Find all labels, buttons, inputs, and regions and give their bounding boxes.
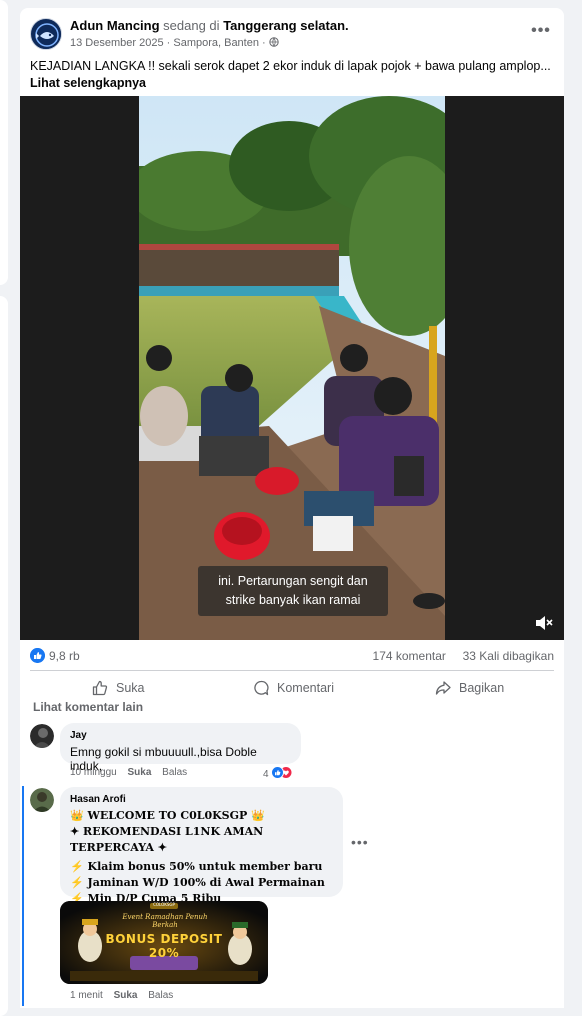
comment-count[interactable]: 174 komentar [373,649,446,663]
like-reaction-icon[interactable] [30,648,45,663]
comment-reaction-count: 4 [263,769,269,780]
post-caption: KEJADIAN LANGKA !! sekali serok dapet 2 … [30,58,554,92]
share-button[interactable]: Bagikan [435,671,504,705]
mute-icon[interactable] [534,614,554,632]
post-meta: 13 Desember 2025 · Sampora, Banten · [70,37,279,49]
video-player[interactable]: ini. Pertarungan sengit dan strike banya… [20,96,564,640]
see-more-comments-link[interactable]: Lihat komentar lain [33,700,143,714]
engagement-stats: 9,8 rb 174 komentar 33 Kali dibagikan [30,648,554,668]
left-card-edge [0,296,8,1016]
promo-badge: COLOKSGP [153,902,175,907]
see-more-link[interactable]: Lihat selengkapnya [30,76,146,90]
comment-bubble: Hasan Arofi 👑 WELCOME TO C0L0KSGP 👑 ✦ RE… [60,787,343,905]
comment-share-counts: 174 komentar 33 Kali dibagikan [373,649,554,663]
thumbs-up-icon [92,680,108,696]
caption-text: KEJADIAN LANGKA !! sekali serok dapet 2 … [30,59,551,73]
comment-like-button[interactable]: Suka [127,767,151,778]
video-subtitle: ini. Pertarungan sengit dan strike banya… [198,566,388,616]
promo-title: BONUS DEPOSIT 20% [105,932,223,960]
avatar-photo [30,724,54,748]
comment-reply-button[interactable]: Balas [148,990,173,1001]
comment-time[interactable]: 10 minggu [70,767,117,778]
commenter-name[interactable]: Hasan Arofi [70,794,333,805]
commenter-avatar[interactable] [30,724,54,748]
post-card: Adun Mancing sedang di Tanggerang selata… [20,8,564,1008]
comment-label: Komentari [277,681,334,695]
promo-image[interactable]: Event Ramadhan Penuh Berkah BONUS DEPOSI… [60,901,268,984]
comment-line: ⚡ Jaminan W/D 100% di Awal Permainan [70,876,325,889]
commenter-name[interactable]: Jay [70,730,291,741]
left-card-edge [0,0,8,285]
comment-time[interactable]: 1 menit [70,990,103,1001]
comment-meta: 1 menit Suka Balas [70,990,173,1001]
commenter-avatar[interactable] [30,788,54,812]
avatar-photo [30,788,54,812]
comment-highlight-line [22,786,24,1006]
author-avatar[interactable] [30,18,62,50]
globe-icon [269,37,279,47]
comment-line: 👑 WELCOME TO C0L0KSGP 👑 [70,809,265,822]
place-link[interactable]: Tanggerang selatan. [223,18,348,33]
more-options-button[interactable]: ••• [530,23,552,44]
fishing-pond-scene [139,96,445,640]
comment-reactions[interactable]: 4 [263,766,293,780]
fishing-logo-icon [32,20,61,49]
comment-line: ✦ REKOMENDASI L1NK AMAN TERPERCAYA ✦ [70,825,264,854]
reaction-count[interactable]: 9,8 rb [49,649,80,663]
status-text: sedang di [163,18,220,33]
promo-event-text: Event Ramadhan Penuh Berkah [122,913,208,929]
subtitle-line: ini. Pertarungan sengit dan [218,574,368,588]
subtitle-line: strike banyak ikan ramai [225,593,361,607]
share-arrow-icon [435,681,451,695]
comment-bubble: Jay Emng gokil si mbuuuull.,bisa Doble i… [60,723,301,773]
like-love-reaction-icon [271,766,293,779]
share-label: Bagikan [459,681,505,695]
comment-reply-button[interactable]: Balas [162,767,187,778]
comment-line: ⚡ Klaim bonus 50% untuk member baru [70,860,323,873]
like-label: Suka [116,681,145,695]
author-line: Adun Mancing sedang di Tanggerang selata… [70,18,349,33]
video-frame[interactable] [139,96,445,640]
share-count[interactable]: 33 Kali dibagikan [463,649,554,663]
post-location[interactable]: Sampora, Banten [173,37,259,49]
comment-like-button[interactable]: Suka [114,990,138,1001]
post-header: Adun Mancing sedang di Tanggerang selata… [30,18,554,58]
comment-bubble-icon [254,680,269,696]
comment-options-button[interactable]: ••• [351,834,369,850]
action-bar: Suka Komentari Bagikan [30,670,554,704]
post-date[interactable]: 13 Desember 2025 [70,37,164,49]
comment-button[interactable]: Komentari [253,671,334,705]
author-name[interactable]: Adun Mancing [70,18,160,33]
comment-meta: 10 minggu Suka Balas [70,767,187,778]
separator-dot: · [262,37,269,49]
